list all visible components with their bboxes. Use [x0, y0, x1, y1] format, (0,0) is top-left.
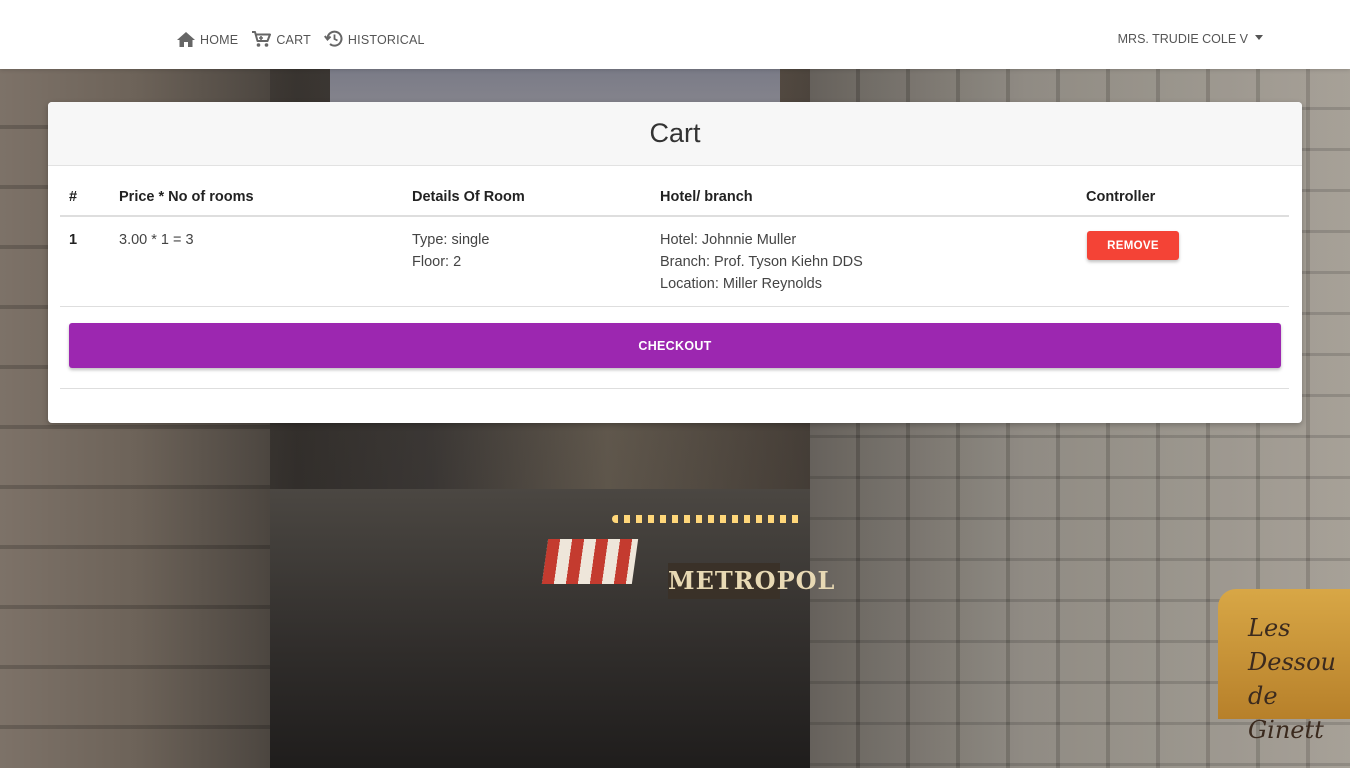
- background-street: [270, 489, 810, 768]
- row-hotel-branch: Hotel: Johnnie Muller Branch: Prof. Tyso…: [660, 216, 1086, 307]
- column-header-hotel: Hotel/ branch: [660, 177, 1086, 217]
- nav-cart-label: CART: [276, 33, 311, 47]
- nav-historical-label: HISTORICAL: [347, 33, 425, 47]
- cart-icon: [252, 31, 272, 47]
- user-menu-dropdown[interactable]: MRS. TRUDIE COLE V: [1118, 32, 1263, 46]
- nav-home-link[interactable]: HOME: [176, 31, 238, 48]
- location-name: Location: Miller Reynolds: [660, 276, 822, 292]
- room-type: Type: single: [412, 232, 490, 248]
- row-price: 3.00 * 1 = 3: [119, 216, 412, 307]
- user-name: MRS. TRUDIE COLE V: [1117, 32, 1248, 46]
- cart-card: Cart # Price * No of rooms Details Of Ro…: [48, 102, 1302, 423]
- background-lights: [612, 515, 802, 523]
- row-number: 1: [60, 216, 119, 307]
- nav-links: HOME CART HISTORICAL: [176, 29, 438, 48]
- checkout-button[interactable]: CHECKOUT: [69, 323, 1281, 368]
- home-icon: [177, 32, 195, 47]
- table-header-row: # Price * No of rooms Details Of Room Ho…: [60, 177, 1289, 217]
- column-header-num: #: [60, 177, 119, 217]
- caret-down-icon: [1255, 35, 1263, 40]
- top-navbar: HOME CART HISTORICAL MRS. TRUDIE COLE V: [0, 0, 1350, 69]
- room-floor: Floor: 2: [412, 254, 462, 270]
- background-metropol-sign: METROPOL: [668, 563, 834, 599]
- cart-table: # Price * No of rooms Details Of Room Ho…: [60, 177, 1289, 307]
- column-header-controller: Controller: [1086, 177, 1289, 217]
- table-row: 1 3.00 * 1 = 3 Type: single Floor: 2 Hot…: [60, 216, 1289, 307]
- background-shop-sign: Les Dessou de Ginett: [1218, 589, 1350, 744]
- nav-historical-link[interactable]: HISTORICAL: [323, 29, 425, 48]
- history-icon: [323, 30, 343, 47]
- row-details: Type: single Floor: 2: [412, 216, 660, 307]
- column-header-price: Price * No of rooms: [119, 177, 412, 217]
- remove-button[interactable]: REMOVE: [1087, 231, 1179, 260]
- branch-name: Branch: Prof. Tyson Kiehn DDS: [660, 254, 863, 270]
- row-controller: REMOVE: [1086, 216, 1289, 307]
- background-awning: [541, 539, 639, 584]
- checkout-row: CHECKOUT: [60, 303, 1289, 389]
- cart-title: Cart: [48, 102, 1302, 166]
- nav-cart-link[interactable]: CART: [251, 30, 311, 48]
- nav-home-label: HOME: [200, 33, 239, 47]
- hotel-name: Hotel: Johnnie Muller: [660, 232, 797, 248]
- column-header-details: Details Of Room: [412, 177, 660, 217]
